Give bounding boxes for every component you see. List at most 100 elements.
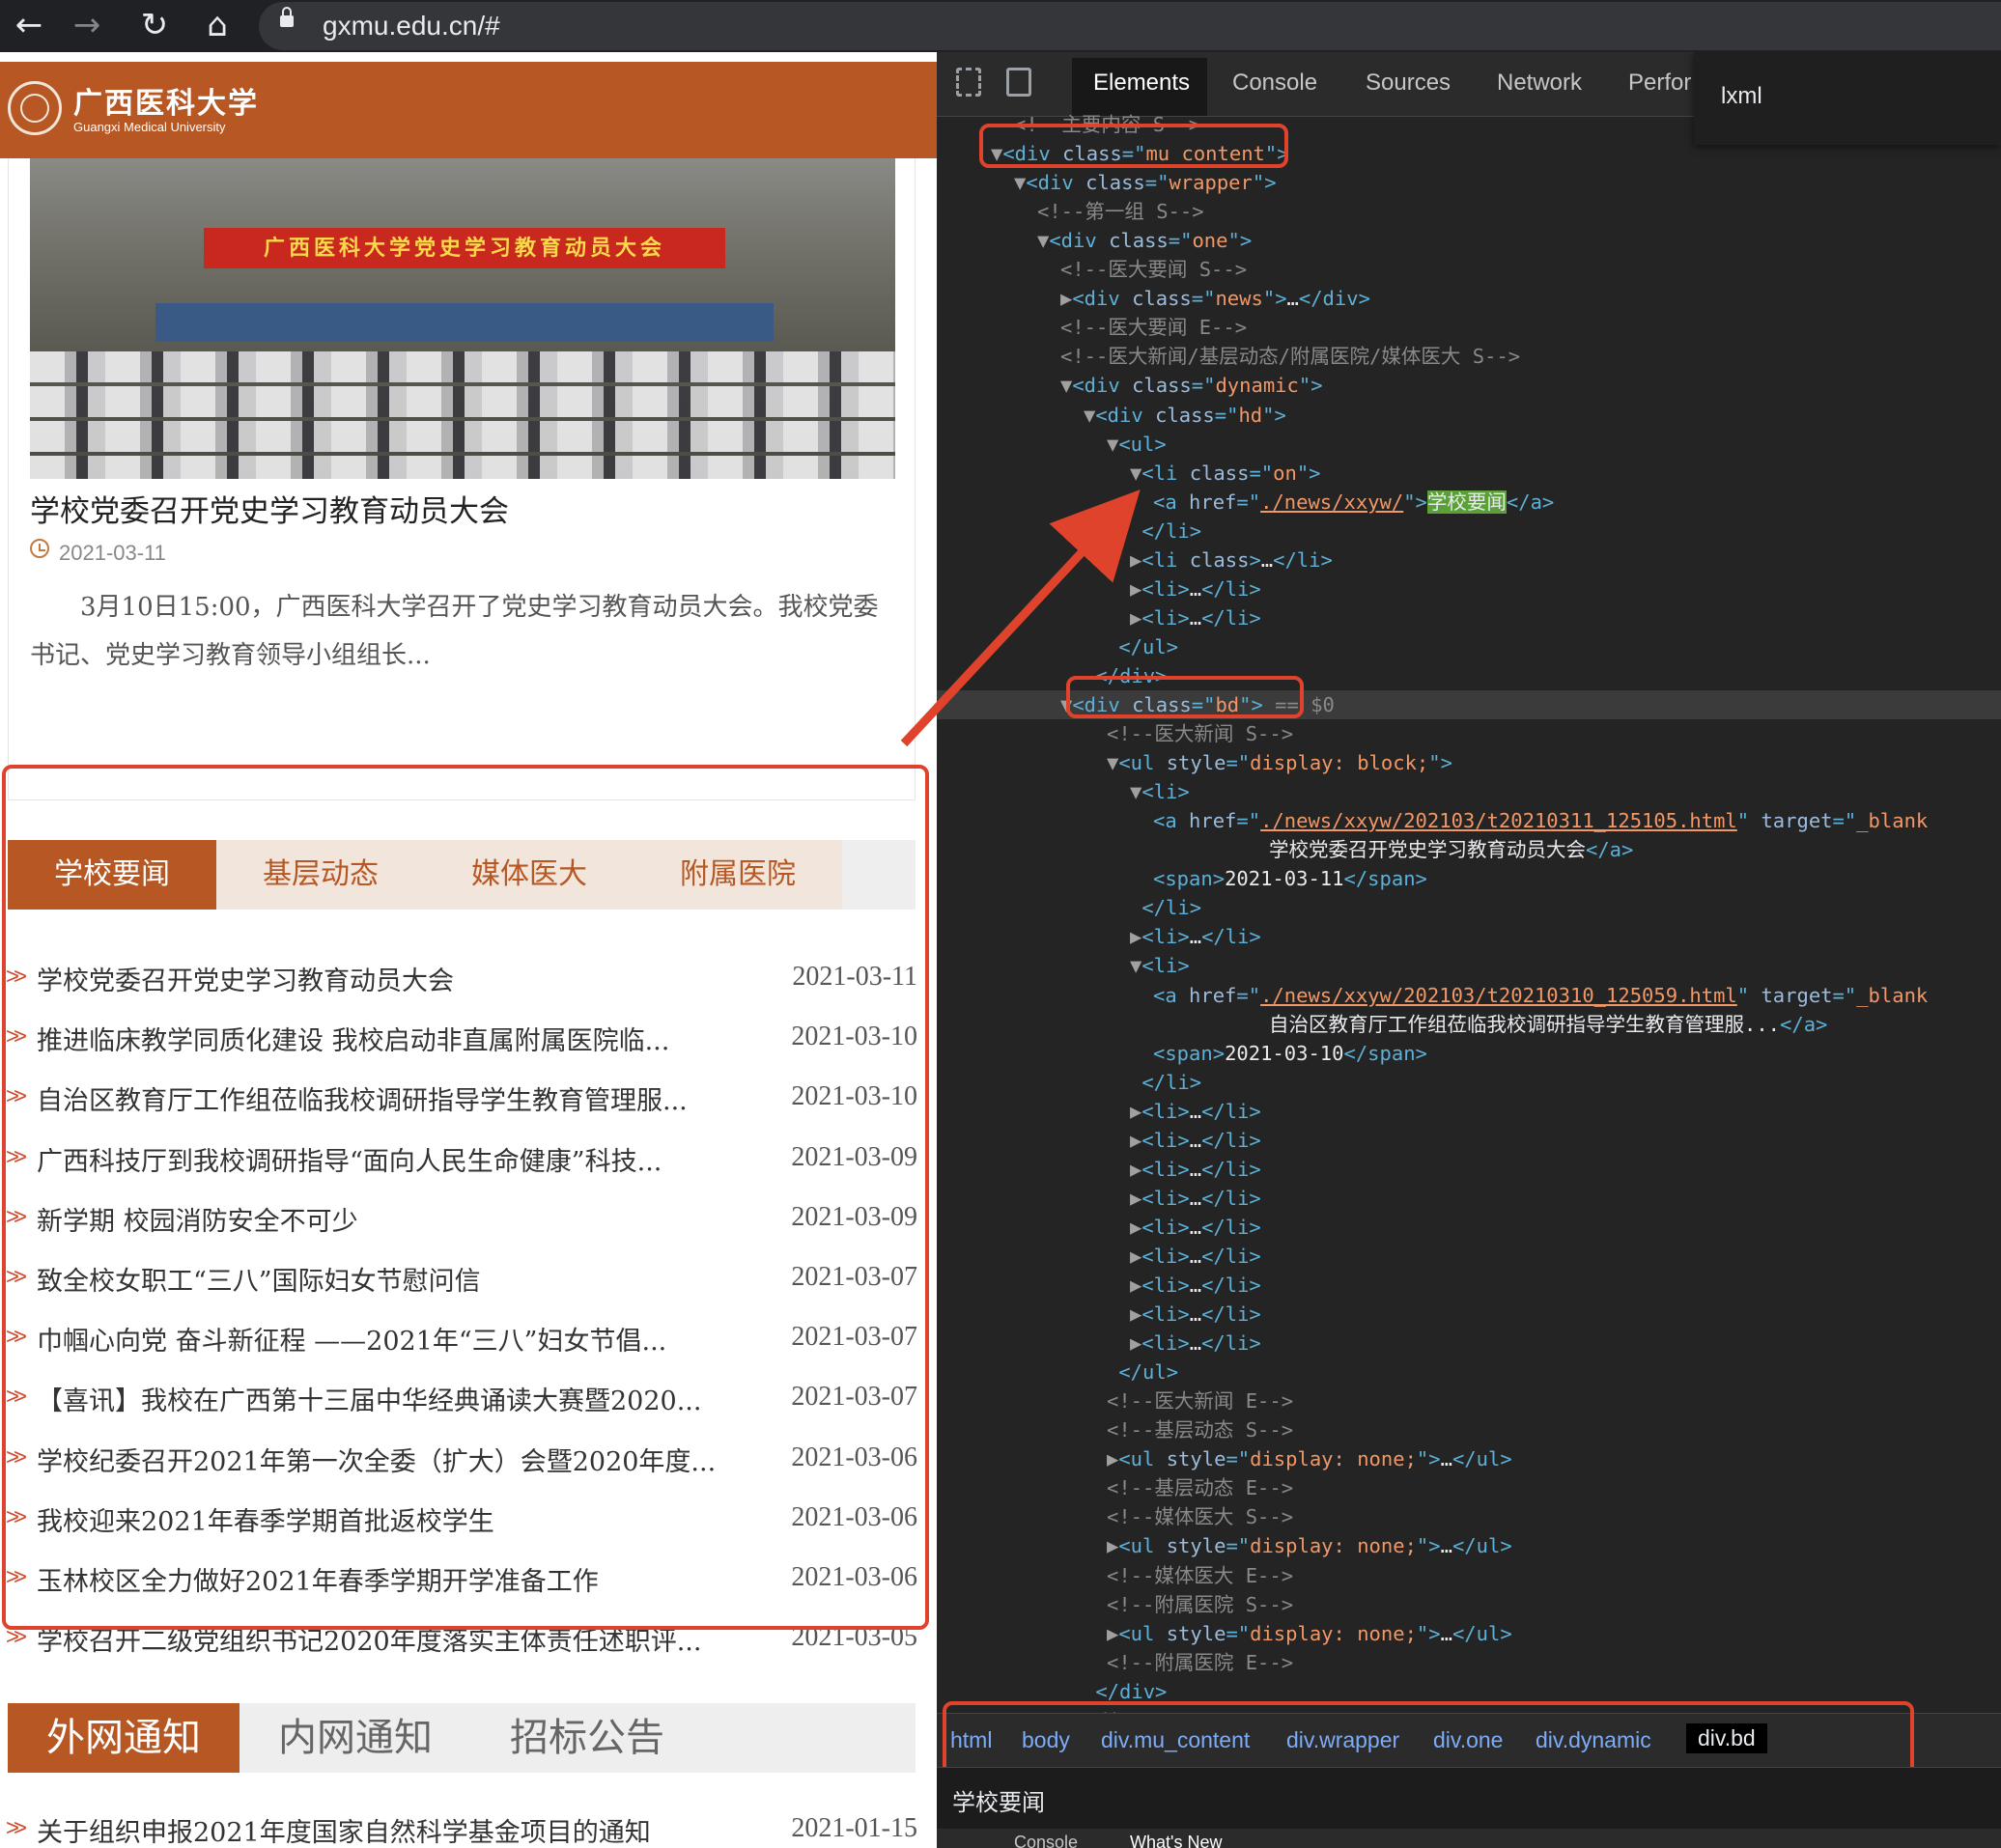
lock-icon (280, 7, 294, 27)
dom-node-line[interactable]: ▼<li class="on"> (937, 459, 1321, 488)
featured-news-date: 2021-03-11 (59, 541, 166, 565)
photo-seat-row (30, 456, 895, 479)
dom-node-line[interactable]: 自治区教育厅工作组莅临我校调研指导学生教育管理服...</a> (937, 1010, 1827, 1039)
dom-node-line[interactable]: ▶<li>…</li> (937, 1213, 1261, 1242)
tab-performance[interactable]: Perfor (1628, 70, 1691, 97)
dom-node-line[interactable]: ▶<li>…</li> (937, 1329, 1261, 1358)
browser-toolbar: ← → ↻ ⌂ gxmu.edu.cn/# (0, 0, 2001, 52)
dom-node-line[interactable]: ▼<ul> (937, 430, 1167, 459)
dom-node-line[interactable]: <!--附属医院 E--> (937, 1648, 1293, 1677)
dom-node-line[interactable]: ▼<li> (937, 951, 1190, 980)
dom-node-line[interactable]: ▶<li>…</li> (937, 1126, 1261, 1155)
drawer-tabs: Console What's New (937, 1829, 2001, 1848)
dom-node-line[interactable]: </ul> (937, 632, 1178, 661)
device-toolbar-icon[interactable] (1006, 68, 1031, 97)
drawer-tab-console[interactable]: Console (1014, 1833, 1078, 1848)
dom-node-line[interactable]: ▶<ul style="display: none;">…</ul> (937, 1619, 1512, 1648)
dom-node-line[interactable]: </li> (937, 1068, 1201, 1097)
dom-node-line[interactable]: <a href="./news/xxyw/202103/t20210310_12… (937, 981, 1928, 1010)
dom-node-line[interactable]: ▶<li class>…</li> (937, 546, 1333, 574)
dom-node-line[interactable]: <!--医大新闻 E--> (937, 1386, 1293, 1415)
highlight-box-news (2, 765, 929, 1630)
dom-node-line[interactable]: ▶<li>…</li> (937, 1271, 1261, 1300)
reload-icon[interactable]: ↻ (135, 6, 174, 44)
dom-node-line[interactable]: ▼<div class="hd"> (937, 401, 1286, 430)
notice-tab-panel: 外网通知 内网通知 招标公告 >> 关于组织申报2021年度国家自然科学基金项目的… (6, 1703, 917, 1848)
notice-item-date: 2021-01-15 (791, 1813, 917, 1843)
selected-text-preview: 学校要闻 (952, 1789, 1045, 1816)
dom-node-line[interactable]: ▼<li> (937, 777, 1190, 806)
popup-item-lxml[interactable]: lxml (1721, 83, 1762, 110)
featured-news-title[interactable]: 学校党委召开党史学习教育动员大会 (30, 487, 509, 530)
dom-node-line[interactable]: <!--媒体医大 S--> (937, 1502, 1293, 1531)
photo-seat-row (30, 421, 895, 452)
dom-node-line[interactable]: ▶<li>…</li> (937, 922, 1261, 951)
dom-node-line[interactable]: ▶<li>…</li> (937, 574, 1261, 603)
dom-node-line[interactable]: ▶<li>…</li> (937, 1300, 1261, 1329)
tab-network[interactable]: Network (1497, 70, 1582, 97)
highlight-box-mu-content (979, 124, 1288, 168)
dom-node-line[interactable]: ▶<ul style="display: none;">…</ul> (937, 1444, 1512, 1473)
tab-sources[interactable]: Sources (1366, 70, 1451, 97)
tab-elements[interactable]: Elements (1093, 70, 1190, 97)
dom-node-line[interactable]: </li> (937, 893, 1201, 922)
photo-seat-row (30, 386, 895, 417)
dom-node-line[interactable]: ▶<li>…</li> (937, 1097, 1261, 1126)
dom-node-line[interactable]: ▼<ul style="display: block;"> (937, 748, 1452, 777)
clock-icon (30, 539, 49, 558)
dom-node-line[interactable]: ▶<li>…</li> (937, 1242, 1261, 1271)
notice-item-title[interactable]: 关于组织申报2021年度国家自然科学基金项目的通知 (37, 1811, 761, 1848)
dom-node-line[interactable]: ▶<ul style="display: none;">…</ul> (937, 1531, 1512, 1560)
address-bar[interactable]: gxmu.edu.cn/# (259, 2, 2001, 50)
url-text[interactable]: gxmu.edu.cn/# (323, 11, 500, 42)
dom-node-line[interactable]: <!--医大新闻 S--> (937, 719, 1293, 748)
dom-node-line[interactable]: <!--基层动态 S--> (937, 1415, 1293, 1444)
dom-node-line[interactable]: <span>2021-03-11</span> (937, 864, 1427, 893)
dom-tree: <!--主要内容 S--> ▼<div class="mu_content"> ▼<… (937, 113, 2001, 1732)
dom-node-line[interactable]: <!--第一组 S--> (937, 197, 1204, 226)
tab-external-notice[interactable]: 外网通知 (8, 1703, 240, 1773)
dom-node-line[interactable]: </li> (937, 517, 1201, 546)
dom-node-line[interactable]: ▶<li>…</li> (937, 1184, 1261, 1213)
website-viewport: 广西医科大学 Guangxi Medical University 广西医科大学… (0, 52, 937, 1848)
tab-tender-notice[interactable]: 招标公告 (471, 1703, 703, 1773)
dom-node-line[interactable]: <a href="./news/xxyw/">学校要闻</a> (937, 488, 1554, 517)
dom-node-line[interactable]: <!--附属医院 S--> (937, 1590, 1293, 1619)
drawer-tab-whats-new[interactable]: What's New (1130, 1833, 1222, 1848)
forward-icon[interactable]: → (68, 6, 106, 44)
dom-node-line[interactable]: ▼<div class="wrapper"> (937, 168, 1277, 197)
dom-node-line[interactable]: </ul> (937, 1358, 1178, 1386)
notice-tabs: 外网通知 内网通知 招标公告 (8, 1703, 916, 1773)
dom-node-line[interactable]: <!--医大新闻/基层动态/附属医院/媒体医大 S--> (937, 342, 1520, 371)
double-chevron-icon: >> (6, 1815, 27, 1841)
dom-node-line[interactable]: ▶<li>…</li> (937, 603, 1261, 632)
back-icon[interactable]: ← (10, 6, 48, 44)
site-header: 广西医科大学 Guangxi Medical University (0, 62, 937, 158)
highlight-box-div-bd (1066, 676, 1304, 718)
dom-node-line[interactable]: ▶<li>…</li> (937, 1155, 1261, 1184)
devtools-tabbar: Elements Console Sources Network Perfor … (937, 52, 2001, 145)
inspect-element-icon[interactable] (956, 68, 981, 97)
dom-node-line[interactable]: <!--医大要闻 S--> (937, 255, 1247, 284)
university-seal-logo[interactable] (8, 81, 62, 135)
photo-stage (155, 303, 774, 342)
tab-console[interactable]: Console (1232, 70, 1317, 97)
dom-node-line[interactable]: <!--医大要闻 E--> (937, 313, 1247, 342)
logo-english-name[interactable]: Guangxi Medical University (73, 120, 226, 134)
dom-node-line[interactable]: <span>2021-03-10</span> (937, 1039, 1427, 1068)
devtools-bottom-bar: 学校要闻 (937, 1767, 2001, 1830)
dom-node-line[interactable]: ▼<div class="dynamic"> (937, 371, 1323, 400)
tab-internal-notice[interactable]: 内网通知 (240, 1703, 471, 1773)
dom-node-line[interactable]: <!--媒体医大 E--> (937, 1561, 1293, 1590)
dom-node-line[interactable]: 学校党委召开党史学习教育动员大会</a> (937, 835, 1633, 864)
devtools-panel: Elements Console Sources Network Perfor … (937, 52, 2001, 1848)
dom-node-line[interactable]: <a href="./news/xxyw/202103/t20210311_12… (937, 806, 1928, 835)
dom-node-line[interactable]: ▶<div class="news">…</div> (937, 284, 1370, 313)
logo-chinese-name[interactable]: 广西医科大学 (73, 79, 259, 122)
dom-node-line[interactable]: ▼<div class="one"> (937, 226, 1252, 255)
notice-list-item[interactable]: >> 关于组织申报2021年度国家自然科学基金项目的通知 2021-01-15 (6, 1802, 917, 1848)
featured-news-photo[interactable]: 广西医科大学党史学习教育动员大会 (30, 158, 895, 479)
home-icon[interactable]: ⌂ (198, 6, 237, 44)
photo-banner: 广西医科大学党史学习教育动员大会 (204, 228, 725, 268)
dom-node-line[interactable]: <!--基层动态 E--> (937, 1473, 1293, 1502)
